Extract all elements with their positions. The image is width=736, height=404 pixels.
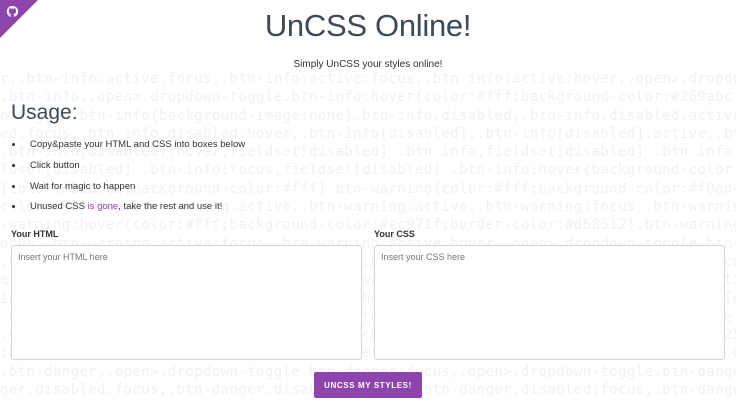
background-code-line: r,.btn-info:active.focus,.btn-info:activ…: [0, 71, 736, 87]
usage-step-text: Click button: [30, 159, 80, 171]
html-field-label: Your HTML: [11, 229, 59, 239]
is-gone-link[interactable]: is gone: [88, 201, 119, 212]
background-code-line: n-toggle.btn-info{background-image:none}…: [0, 107, 736, 124]
usage-step-text: Wait for magic to happen: [30, 180, 136, 192]
usage-step: Wait for magic to happen: [11, 180, 245, 201]
usage-heading: Usage:: [11, 101, 78, 124]
background-code-line: .btn-info,.open>.dropdown-toggle.btn-inf…: [0, 89, 736, 106]
usage-step-text-before: Unused CSS: [30, 201, 88, 213]
page: r,.btn-info:active.focus,.btn-info:activ…: [0, 0, 736, 404]
usage-steps-list: Copy&paste your HTML and CSS into boxes …: [11, 138, 245, 221]
uncss-submit-button[interactable]: UNCSS MY STYLES!: [314, 372, 422, 398]
css-field-label: Your CSS: [374, 229, 415, 239]
page-title: UnCSS Online!: [264, 8, 472, 43]
usage-step-text: Copy&paste your HTML and CSS into boxes …: [30, 139, 246, 150]
usage-step: Copy&paste your HTML and CSS into boxes …: [11, 138, 245, 159]
html-input[interactable]: [11, 245, 362, 360]
github-octocat-icon[interactable]: [6, 5, 19, 18]
usage-step: Unused CSS is gone, take the rest and us…: [11, 200, 245, 221]
usage-step: Click button: [11, 159, 245, 180]
css-input[interactable]: [374, 245, 725, 360]
usage-step-text-after: , take the rest and use it!: [118, 201, 223, 213]
page-subtitle: Simply UnCSS your styles online!: [293, 59, 443, 70]
